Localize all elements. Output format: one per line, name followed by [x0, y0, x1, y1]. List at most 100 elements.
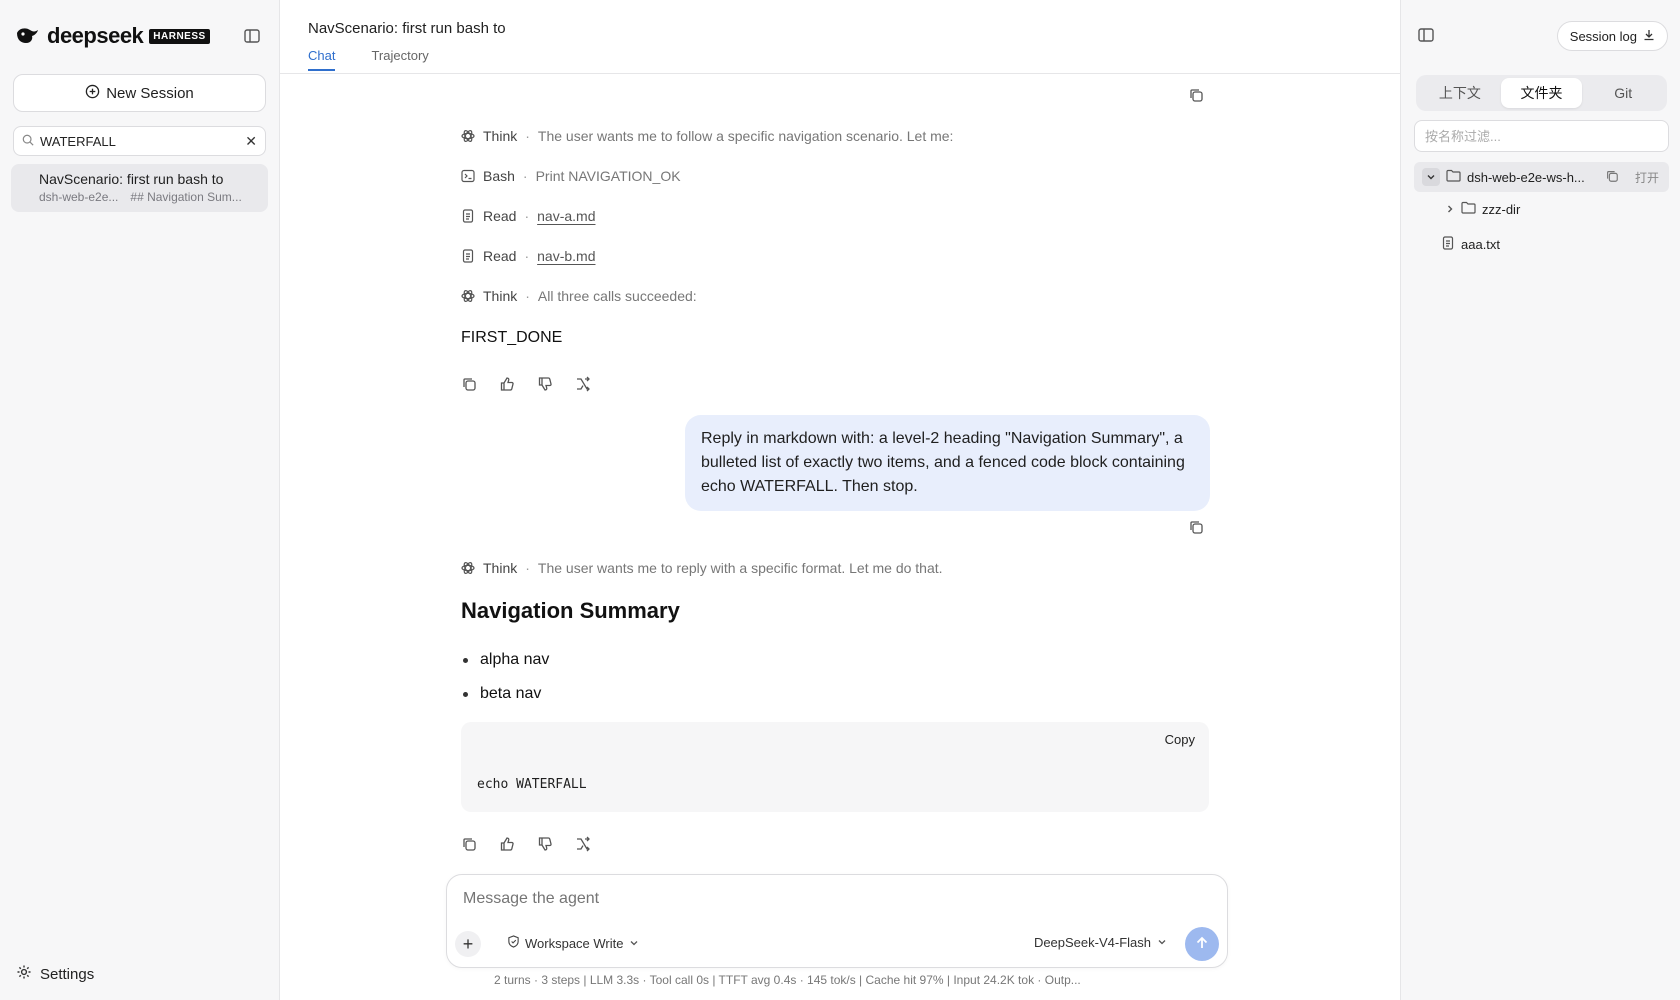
right-panel: Session log 上下文 文件夹 Git dsh-web-e2e-ws-h…	[1400, 0, 1680, 1000]
step-read[interactable]: Read · nav-b.md	[461, 246, 1209, 266]
copy-icon[interactable]	[1188, 518, 1206, 536]
step-kind: Bash	[483, 168, 515, 184]
brand-name: deepseek	[47, 23, 144, 48]
tab-trajectory[interactable]: Trajectory	[371, 48, 428, 71]
thumbs-down-icon[interactable]	[537, 836, 553, 852]
terminal-icon	[461, 169, 475, 183]
right-panel-tabs: 上下文 文件夹 Git	[1416, 75, 1667, 111]
chevron-down-icon[interactable]	[1422, 168, 1440, 186]
settings-button[interactable]: Settings	[16, 964, 94, 984]
session-list-item[interactable]: NavScenario: first run bash to dsh-web-e…	[11, 164, 268, 212]
file-link[interactable]: nav-a.md	[537, 208, 595, 224]
thumbs-up-icon[interactable]	[499, 836, 515, 852]
step-think[interactable]: Think · All three calls succeeded:	[461, 286, 1209, 306]
user-message-bubble: Reply in markdown with: a level-2 headin…	[685, 415, 1210, 511]
tree-node-file[interactable]: aaa.txt	[1441, 236, 1500, 253]
step-separator: ·	[524, 248, 530, 264]
tab-git[interactable]: Git	[1582, 78, 1664, 108]
file-filter-input[interactable]	[1414, 120, 1669, 152]
model-dropdown[interactable]: DeepSeek-V4-Flash	[1034, 935, 1167, 950]
branch-icon[interactable]	[575, 836, 591, 852]
session-search: ✕	[13, 126, 266, 156]
chat-area: Think · The user wants me to follow a sp…	[280, 74, 1400, 874]
session-log-label: Session log	[1569, 28, 1637, 44]
tree-node-name: zzz-dir	[1482, 201, 1521, 217]
tree-node-folder[interactable]: zzz-dir	[1445, 201, 1520, 217]
status-bar: 2 turns · 3 steps | LLM 3.3s · Tool call…	[494, 973, 1081, 987]
shield-icon	[507, 935, 520, 951]
attach-button[interactable]: +	[455, 931, 481, 957]
message-composer: + Workspace Write DeepSeek-V4-Flash	[446, 874, 1228, 968]
arrow-up-icon	[1194, 935, 1210, 954]
code-text: echo WATERFALL	[477, 777, 587, 792]
copy-icon[interactable]	[1188, 86, 1206, 104]
brand[interactable]: deepseek HARNESS	[15, 23, 210, 49]
tab-folder[interactable]: 文件夹	[1500, 78, 1583, 108]
folder-icon	[1446, 169, 1461, 185]
step-read[interactable]: Read · nav-a.md	[461, 206, 1209, 226]
gear-icon	[16, 964, 32, 984]
open-folder-link[interactable]: 打开	[1635, 169, 1659, 186]
download-icon	[1643, 29, 1655, 44]
code-copy-button[interactable]: Copy	[1165, 732, 1195, 747]
chevron-down-icon	[1157, 935, 1167, 950]
step-think[interactable]: Think · The user wants me to follow a sp…	[461, 126, 1209, 146]
markdown-heading: Navigation Summary	[461, 598, 680, 623]
message-input[interactable]	[463, 890, 1163, 908]
file-icon	[1441, 236, 1455, 253]
session-subtitle: dsh-web-e2e... ## Navigation Sum...	[39, 190, 256, 204]
main-panel: NavScenario: first run bash to Chat Traj…	[280, 0, 1400, 1000]
step-kind: Think	[483, 128, 518, 144]
session-log-button[interactable]: Session log	[1556, 21, 1668, 51]
step-kind: Read	[483, 208, 517, 224]
step-separator: ·	[522, 168, 528, 184]
step-separator: ·	[525, 560, 530, 576]
file-link[interactable]: nav-b.md	[537, 248, 595, 264]
assistant-answer: FIRST_DONE	[461, 329, 563, 346]
app-root: deepseek HARNESS New Session ✕ NavScenar…	[0, 0, 1680, 1000]
close-icon[interactable]: ✕	[245, 133, 257, 150]
new-session-label: New Session	[106, 84, 194, 102]
folder-icon	[1461, 201, 1476, 217]
turn2-steps: Think · The user wants me to reply with …	[461, 558, 1209, 578]
permission-mode-label: Workspace Write	[525, 935, 624, 951]
thumbs-up-icon[interactable]	[499, 376, 515, 392]
step-separator: ·	[525, 288, 530, 304]
left-sidebar: deepseek HARNESS New Session ✕ NavScenar…	[0, 0, 280, 1000]
step-detail: The user wants me to follow a specific n…	[537, 128, 954, 144]
copy-icon[interactable]	[1605, 169, 1619, 186]
permission-mode-dropdown[interactable]: Workspace Write	[507, 935, 639, 951]
step-bash[interactable]: Bash · Print NAVIGATION_OK	[461, 166, 1209, 186]
file-icon	[461, 249, 475, 263]
branch-icon[interactable]	[575, 376, 591, 392]
message-actions	[461, 376, 1209, 392]
model-label: DeepSeek-V4-Flash	[1033, 935, 1151, 950]
new-session-button[interactable]: New Session	[13, 74, 266, 112]
search-icon	[22, 133, 34, 149]
list-item: alpha nav	[461, 648, 1209, 672]
session-title: NavScenario: first run bash to	[39, 171, 224, 187]
brand-row: deepseek HARNESS	[13, 0, 266, 72]
step-think[interactable]: Think · The user wants me to reply with …	[461, 558, 1209, 578]
step-kind: Think	[483, 288, 518, 304]
tab-bar: Chat Trajectory	[308, 48, 1372, 71]
panel-toggle-icon[interactable]	[1417, 24, 1439, 46]
tree-root-name: dsh-web-e2e-ws-h...	[1467, 169, 1585, 185]
tab-context[interactable]: 上下文	[1419, 78, 1501, 108]
step-separator: ·	[525, 128, 530, 144]
sidebar-toggle-icon[interactable]	[240, 24, 264, 48]
send-button[interactable]	[1185, 927, 1219, 961]
tab-chat[interactable]: Chat	[308, 48, 336, 71]
copy-icon[interactable]	[461, 836, 477, 852]
tree-root-folder[interactable]: dsh-web-e2e-ws-h... 打开	[1414, 162, 1669, 192]
think-icon	[461, 561, 475, 575]
chevron-down-icon	[629, 936, 639, 951]
thumbs-down-icon[interactable]	[537, 376, 553, 392]
main-header: NavScenario: first run bash to Chat Traj…	[280, 0, 1400, 74]
think-icon	[461, 129, 475, 143]
session-workspace: dsh-web-e2e...	[39, 190, 119, 204]
session-preview: ## Navigation Sum...	[130, 190, 242, 204]
tree-node-name: aaa.txt	[1461, 237, 1501, 252]
session-search-input[interactable]	[40, 133, 240, 149]
copy-icon[interactable]	[461, 376, 477, 392]
